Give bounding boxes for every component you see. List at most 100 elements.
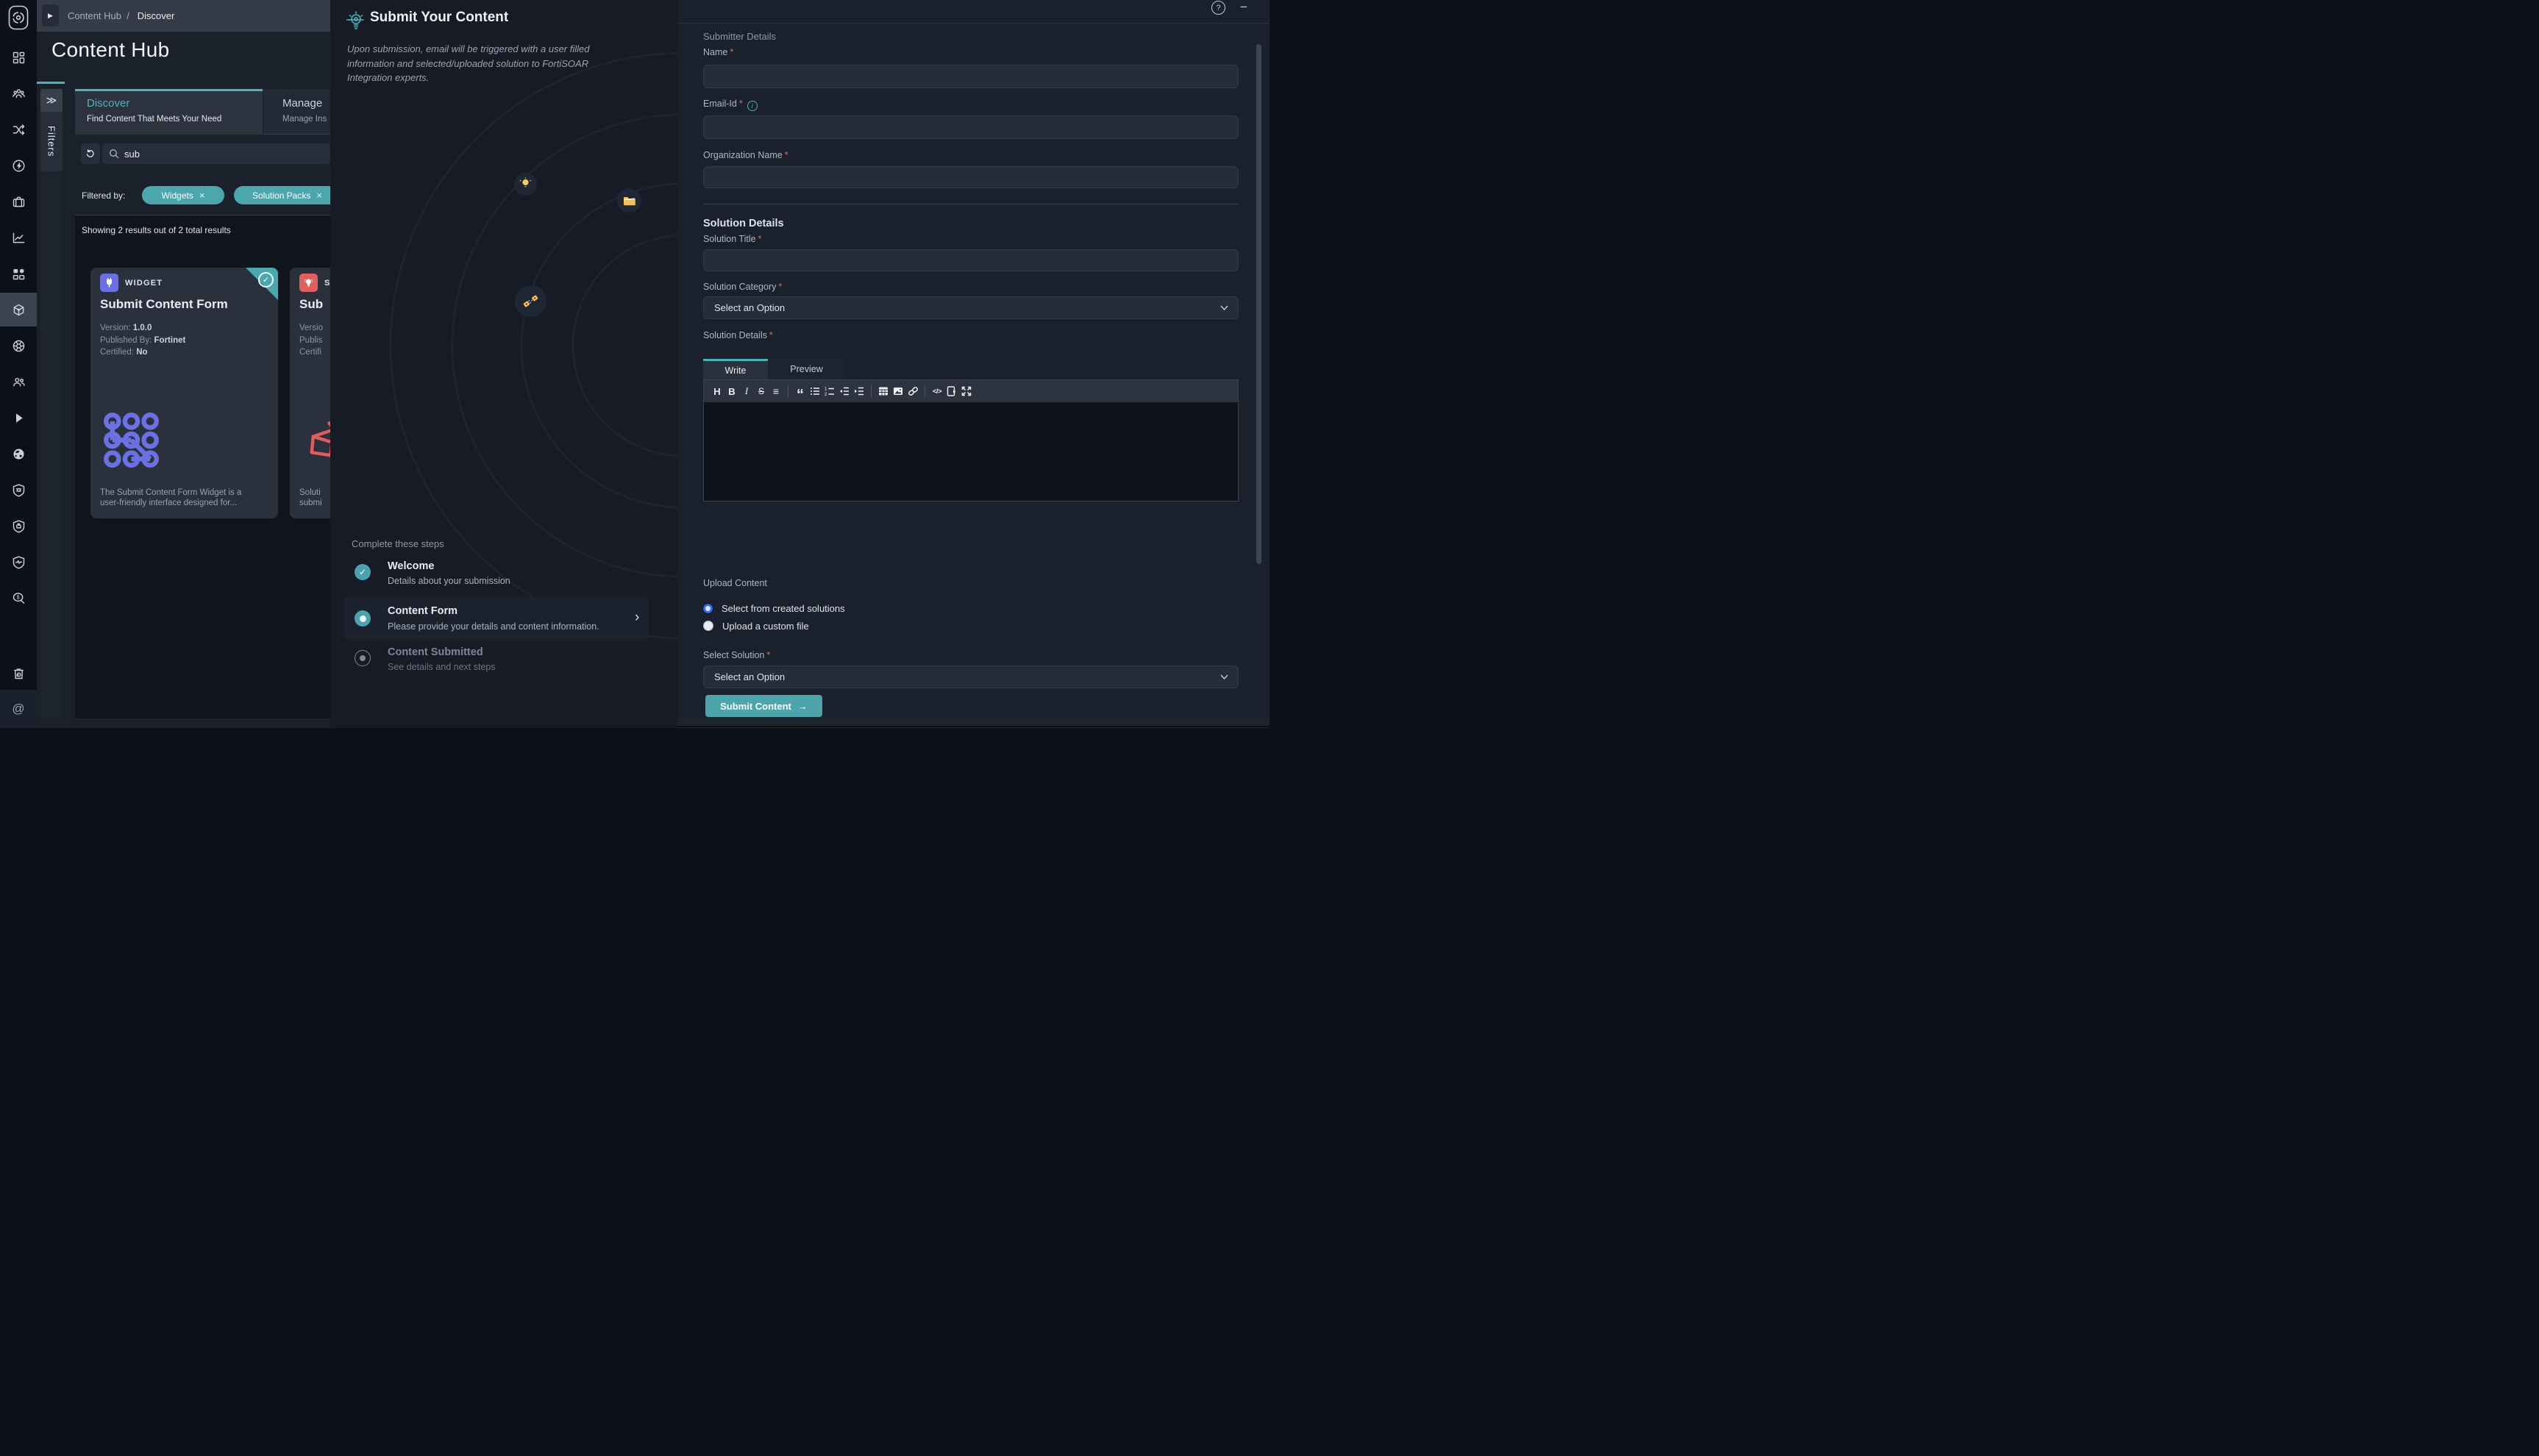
filter-chip-widgets[interactable]: Widgets × bbox=[142, 186, 224, 204]
bold-icon[interactable]: B bbox=[726, 384, 738, 399]
sidebar-item-shield-case-icon[interactable] bbox=[0, 515, 37, 537]
chip-close-icon[interactable]: × bbox=[199, 190, 205, 201]
tab-discover[interactable]: Discover Find Content That Meets Your Ne… bbox=[75, 89, 263, 135]
code-block-icon[interactable] bbox=[946, 384, 958, 399]
sidebar-item-threat-globe-icon[interactable] bbox=[0, 443, 37, 465]
tab-manage-subtitle: Manage Ins bbox=[282, 115, 330, 124]
chip-close-icon[interactable]: × bbox=[316, 190, 322, 201]
select-solution-select[interactable]: Select an Option bbox=[703, 665, 1239, 688]
radio-label: Upload a custom file bbox=[722, 621, 809, 632]
content-form-panel: ? − Submitter Details Name* Email-Id*i O… bbox=[677, 0, 1270, 728]
filters-expand-button[interactable]: ≫ bbox=[40, 89, 63, 112]
breadcrumb-discover[interactable]: Discover bbox=[138, 10, 175, 21]
markdown-editor: H B I S ≡ “ 12 </> bbox=[703, 379, 1239, 502]
solution-details-textarea[interactable] bbox=[704, 402, 1238, 501]
wizard-title: Submit Your Content bbox=[370, 10, 508, 26]
sidebar-item-users-icon[interactable] bbox=[0, 82, 37, 104]
search-icon bbox=[109, 149, 119, 159]
minimize-glyph: − bbox=[1240, 0, 1247, 15]
sidebar-item-services-icon[interactable] bbox=[0, 335, 37, 357]
mentions-at-icon[interactable]: @ bbox=[12, 702, 24, 716]
meta-label: Certifi bbox=[299, 348, 321, 357]
solution-title-field[interactable] bbox=[703, 249, 1239, 271]
solution-details-heading: Solution Details bbox=[703, 218, 784, 229]
breadcrumb: Content Hub / Discover bbox=[68, 10, 174, 21]
card-solution-pack[interactable]: S Sub Versio Publis Certifi S bbox=[290, 268, 330, 518]
step-welcome-title: Welcome bbox=[388, 560, 434, 572]
tab-manage[interactable]: Manage Manage Ins bbox=[263, 89, 330, 135]
editor-tab-write[interactable]: Write bbox=[703, 359, 768, 379]
editor-tab-preview[interactable]: Preview bbox=[768, 359, 845, 379]
check-glyph: ✓ bbox=[359, 567, 366, 577]
radio-unselected-icon[interactable] bbox=[703, 621, 713, 631]
toolbar-separator bbox=[871, 385, 872, 397]
sidebar-item-shield-bug-icon[interactable] bbox=[0, 479, 37, 501]
tab-label: Write bbox=[725, 365, 747, 376]
heading-icon[interactable]: H bbox=[711, 384, 723, 399]
sidebar-item-search-dollar-icon[interactable]: $ bbox=[0, 587, 37, 609]
step-content-form-title: Content Form bbox=[388, 605, 457, 617]
sidebar-item-team-icon[interactable] bbox=[0, 371, 37, 393]
fullscreen-icon[interactable] bbox=[961, 384, 972, 399]
email-field[interactable] bbox=[703, 115, 1239, 139]
sidebar-item-recycle-bin-icon[interactable] bbox=[0, 662, 37, 684]
submit-content-button[interactable]: Submit Content → bbox=[705, 695, 822, 717]
italic-icon[interactable]: I bbox=[741, 384, 752, 399]
sidebar-item-content-hub-icon[interactable] bbox=[0, 299, 37, 321]
collapse-sidebar-button[interactable]: ▶ bbox=[42, 4, 59, 26]
solution-category-select[interactable]: Select an Option bbox=[703, 296, 1239, 319]
link-icon[interactable] bbox=[907, 384, 919, 399]
sidebar-item-automation-icon[interactable] bbox=[0, 154, 37, 176]
sidebar-item-briefcase-icon[interactable] bbox=[0, 190, 37, 213]
orbit-plug-icon bbox=[515, 285, 546, 317]
desc-line: submi bbox=[299, 498, 322, 508]
sidebar-item-shield-monitor-icon[interactable] bbox=[0, 551, 37, 573]
radio-select-from-solutions[interactable]: Select from created solutions bbox=[703, 602, 845, 614]
meta-label: Versio bbox=[299, 324, 323, 332]
tab-label: Preview bbox=[790, 364, 822, 374]
radio-selected-icon[interactable] bbox=[703, 604, 713, 613]
required-star: * bbox=[730, 47, 733, 57]
code-icon[interactable]: </> bbox=[931, 384, 943, 399]
fortisoar-logo-icon[interactable] bbox=[8, 5, 29, 30]
strikethrough-icon[interactable]: S bbox=[755, 384, 767, 399]
radio-upload-custom-file[interactable]: Upload a custom file bbox=[703, 620, 809, 632]
image-icon[interactable] bbox=[892, 384, 904, 399]
table-icon[interactable] bbox=[877, 384, 889, 399]
blockquote-icon[interactable]: “ bbox=[794, 384, 806, 399]
sidebar-item-reports-icon[interactable] bbox=[0, 226, 37, 249]
sidebar-item-dashboard-icon[interactable] bbox=[0, 46, 37, 68]
search-input[interactable] bbox=[123, 143, 321, 164]
indent-icon[interactable] bbox=[838, 384, 850, 399]
steps-heading: Complete these steps bbox=[352, 538, 444, 549]
filters-rail-label[interactable]: Filters bbox=[40, 115, 63, 167]
info-icon[interactable]: i bbox=[747, 101, 758, 111]
lines-icon[interactable]: ≡ bbox=[770, 384, 782, 399]
form-scrollbar[interactable] bbox=[1256, 44, 1261, 564]
tab-discover-label: Discover bbox=[87, 97, 263, 110]
unordered-list-icon[interactable] bbox=[809, 384, 821, 399]
minimize-icon[interactable]: − bbox=[1236, 0, 1251, 15]
sidebar-item-widgets-icon[interactable] bbox=[0, 263, 37, 285]
idea-bulb-icon bbox=[346, 11, 366, 32]
outdent-icon[interactable] bbox=[853, 384, 865, 399]
ordered-list-icon[interactable]: 12 bbox=[824, 384, 836, 399]
card-submit-content-form[interactable]: WIDGET ✓ Submit Content Form Version: 1.… bbox=[90, 268, 278, 518]
sidebar-item-shuffle-icon[interactable] bbox=[0, 118, 37, 140]
select-value: Select an Option bbox=[714, 671, 785, 682]
filter-chip-solution-packs[interactable]: Solution Packs × bbox=[234, 186, 330, 204]
solution-category-label: Solution Category* bbox=[703, 282, 782, 292]
required-star: * bbox=[778, 282, 782, 292]
organization-label: Organization Name* bbox=[703, 150, 788, 160]
solution-pack-badge-icon bbox=[299, 274, 318, 292]
organization-field[interactable] bbox=[703, 166, 1239, 188]
step-content-form-radio-icon bbox=[355, 610, 371, 627]
breadcrumb-content-hub[interactable]: Content Hub bbox=[68, 10, 121, 21]
step-content-form-row[interactable] bbox=[344, 596, 648, 640]
sidebar-item-playbooks-icon[interactable] bbox=[0, 407, 37, 429]
orbit-folder-icon bbox=[617, 188, 641, 213]
radio-label: Select from created solutions bbox=[722, 603, 845, 614]
name-field[interactable] bbox=[703, 65, 1239, 88]
refresh-button[interactable] bbox=[81, 143, 100, 164]
help-icon[interactable]: ? bbox=[1211, 1, 1225, 15]
